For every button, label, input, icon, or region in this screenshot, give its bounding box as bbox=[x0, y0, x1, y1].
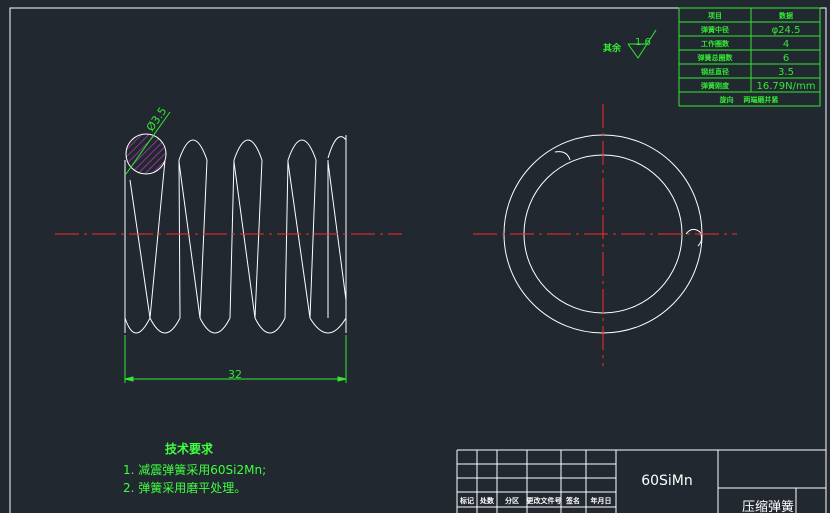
tb-col-count: 处数 bbox=[479, 496, 495, 505]
dim-free-length: 32 bbox=[228, 368, 242, 381]
tech-req-title: 技术要求 bbox=[165, 441, 214, 456]
spec-value-total-coils: 6 bbox=[783, 53, 789, 64]
spec-footer: 旋向 两端磨并紧 bbox=[719, 95, 779, 104]
tb-part-name: 压缩弹簧 bbox=[742, 499, 794, 513]
spec-value-stiffness: 16.79N/mm bbox=[757, 81, 816, 92]
tb-col-zone: 分区 bbox=[505, 496, 519, 505]
roughness-value: 1.6 bbox=[635, 37, 651, 48]
roughness-prefix: 其余 bbox=[603, 42, 622, 54]
tb-material: 60SiMn bbox=[641, 473, 693, 489]
roughness-symbol: 其余 1.6 bbox=[603, 29, 657, 59]
cad-drawing-canvas: 项目 数据 弹簧中径 工作圈数 弹簧总圈数 钢丝直径 弹簧刚度 旋向 两端磨并紧… bbox=[9, 7, 827, 513]
spec-header-data: 数据 bbox=[779, 11, 793, 20]
spec-label-wire-diameter: 钢丝直径 bbox=[701, 67, 729, 76]
spec-label-active-coils: 工作圈数 bbox=[701, 39, 730, 48]
dim-wire-diameter: Ø3.5 bbox=[144, 105, 170, 134]
tech-req-item-2: 2. 弹簧采用磨平处理。 bbox=[123, 480, 246, 495]
spec-value-wire-diameter: 3.5 bbox=[778, 67, 794, 78]
spec-header-item: 项目 bbox=[708, 11, 722, 20]
tb-col-signature: 签名 bbox=[565, 496, 580, 505]
tech-req-item-1: 1. 减震弹簧采用60Si2Mn; bbox=[123, 462, 266, 477]
spec-value-mean-diameter: φ24.5 bbox=[772, 25, 801, 36]
wire-section bbox=[125, 133, 167, 175]
tb-col-mark: 标记 bbox=[459, 496, 474, 505]
tb-col-date: 年月日 bbox=[591, 496, 612, 505]
spec-value-active-coils: 4 bbox=[783, 39, 789, 50]
spec-label-total-coils: 弹簧总圈数 bbox=[698, 53, 734, 62]
tb-col-change-doc: 更改文件号 bbox=[527, 496, 562, 505]
spec-label-mean-diameter: 弹簧中径 bbox=[701, 25, 729, 34]
spec-label-stiffness: 弹簧刚度 bbox=[701, 81, 730, 90]
